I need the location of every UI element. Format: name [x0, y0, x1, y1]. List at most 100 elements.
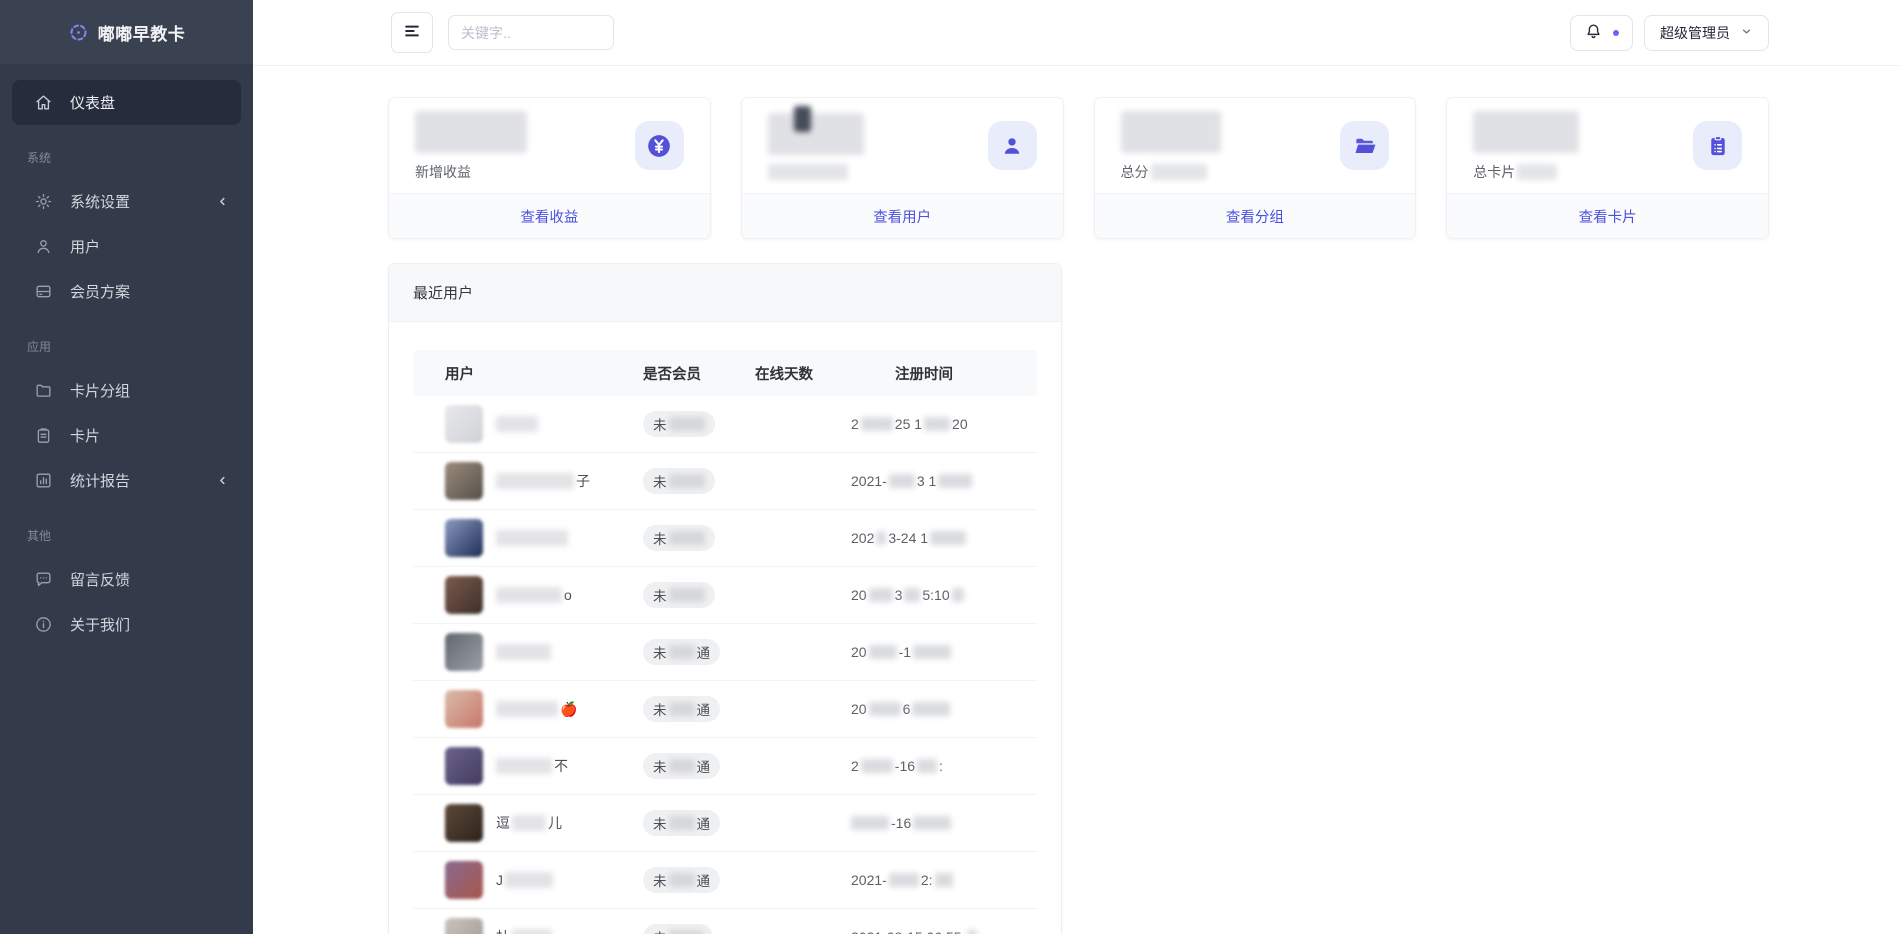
sidebar-item-card-groups[interactable]: 卡片分组: [12, 368, 241, 413]
cell-register-time: 2023-24 1: [851, 530, 1037, 546]
redacted-blur: [869, 702, 901, 716]
sidebar-item-stats-reports[interactable]: 统计报告: [12, 458, 241, 503]
stat-card-cards: 总卡片查看卡片: [1446, 97, 1769, 239]
table-row: J未通2021-2:: [413, 852, 1037, 909]
col-header-online-days: 在线天数: [755, 363, 851, 384]
redacted-blur: [496, 587, 562, 603]
text-fragment: 未: [653, 870, 667, 890]
recent-users-table: 用户 是否会员 在线天数 注册时间 未225 120子未2021-3 1未202…: [389, 322, 1061, 934]
user-name-redacted: 杜: [496, 927, 552, 934]
stat-card-label: 总卡片: [1473, 162, 1579, 182]
redacted-blur: [869, 645, 897, 659]
redacted-blur: [496, 701, 558, 717]
sidebar-item-system-settings[interactable]: 系统设置: [12, 179, 241, 224]
text-fragment: 未: [653, 813, 667, 833]
avatar: [445, 462, 483, 500]
stat-card-body: 总分: [1095, 98, 1416, 193]
text-fragment: 20: [851, 701, 867, 717]
text-fragment: 未: [653, 927, 667, 934]
stat-card-label-text: 总卡片: [1473, 162, 1515, 182]
topbar-left: [391, 12, 614, 53]
redacted-blur: [669, 873, 695, 887]
member-status-badge: 未通: [643, 639, 720, 665]
redacted-blur: [924, 417, 950, 431]
card-action-revenue[interactable]: 查看收益: [520, 206, 578, 227]
sidebar-item-label: 系统设置: [70, 191, 130, 212]
member-status-badge: 未: [643, 468, 715, 494]
sidebar-item-label: 仪表盘: [70, 92, 115, 113]
text-fragment: 未: [653, 528, 667, 548]
text-fragment: 通: [697, 813, 711, 833]
stat-card-footer: 查看卡片: [1447, 193, 1768, 238]
user-name-redacted: o: [496, 587, 572, 603]
sidebar-item-about-us[interactable]: 关于我们: [12, 602, 241, 647]
sidebar-item-label: 卡片分组: [70, 380, 130, 401]
menu-collapse-button[interactable]: [391, 12, 433, 53]
sidebar-item-label: 卡片: [70, 425, 100, 446]
text-fragment: 通: [697, 642, 711, 662]
text-fragment: -1: [899, 644, 911, 660]
cell-register-time: 2021-3 1: [851, 473, 1037, 489]
card-action-cards[interactable]: 查看卡片: [1579, 206, 1637, 227]
notifications-button[interactable]: [1570, 15, 1633, 51]
redacted-blur: [935, 873, 953, 887]
redacted-blur: [917, 759, 937, 773]
content: 新增收益查看收益查看用户总分查看分组总卡片查看卡片 最近用户 用户 是否会员 在…: [253, 66, 1900, 934]
stat-card-footer: 查看用户: [742, 193, 1063, 238]
stat-card-users: 查看用户: [741, 97, 1064, 239]
stat-card-body: 新增收益: [389, 98, 710, 193]
user-name-redacted: [496, 416, 538, 432]
admin-dropdown-button[interactable]: 超级管理员: [1644, 15, 1769, 51]
cell-user: [445, 633, 643, 671]
sidebar-item-users[interactable]: 用户: [12, 224, 241, 269]
text-fragment: 未: [653, 585, 667, 605]
avatar: [445, 861, 483, 899]
redacted-blur: [876, 531, 886, 545]
col-header-user: 用户: [445, 363, 643, 384]
redacted-blur: [851, 816, 889, 830]
text-fragment: o: [564, 587, 572, 603]
stat-card-info: [768, 112, 864, 180]
text-fragment: 通: [697, 756, 711, 776]
user-name-redacted: 🍎: [496, 701, 577, 718]
user-solid-icon: [988, 121, 1037, 170]
cell-user: o: [445, 576, 643, 614]
cell-user: [445, 519, 643, 557]
redacted-blur: [768, 113, 864, 155]
clipboard-solid-icon: [1693, 121, 1742, 170]
stat-card-value-redacted: [1121, 110, 1221, 154]
sidebar-item-label: 关于我们: [70, 614, 130, 635]
sidebar-item-feedback[interactable]: 留言反馈: [12, 557, 241, 602]
user-name-redacted: 子: [496, 471, 590, 491]
text-fragment: 未: [653, 699, 667, 719]
card-action-users[interactable]: 查看用户: [873, 206, 931, 227]
sidebar-item-member-plans[interactable]: 会员方案: [12, 269, 241, 314]
redacted-blur: [496, 473, 574, 489]
text-fragment: 逗: [496, 813, 510, 833]
avatar: [445, 633, 483, 671]
member-status-badge: 未: [643, 411, 715, 437]
redacted-blur: [861, 417, 893, 431]
table-row: o 未 2035:10: [413, 567, 1037, 624]
sidebar-item-cards[interactable]: 卡片: [12, 413, 241, 458]
cell-member-status: 未通: [643, 696, 755, 722]
user-name-redacted: 逗儿: [496, 813, 562, 833]
sidebar-item-dashboard[interactable]: 仪表盘: [12, 80, 241, 125]
redacted-blur: [1517, 164, 1557, 180]
text-fragment: 6: [903, 701, 911, 717]
card-action-groups[interactable]: 查看分组: [1226, 206, 1284, 227]
search-input[interactable]: [448, 15, 614, 50]
stat-card-info: 总分: [1121, 110, 1221, 182]
cell-register-time: 2035:10: [851, 587, 1037, 603]
app-logo: 嘟嘟早教卡: [0, 0, 253, 64]
sidebar-item-label: 会员方案: [70, 281, 130, 302]
col-header-member: 是否会员: [643, 363, 755, 384]
cell-user: 子: [445, 462, 643, 500]
hamburger-icon: [402, 21, 422, 44]
stat-card-label: [768, 164, 864, 180]
table-body: 未225 120子未2021-3 1未2023-24 1o未2035:10未通2…: [413, 396, 1037, 934]
redacted-blur: [496, 530, 568, 546]
text-fragment: J: [496, 872, 503, 888]
text-fragment: 子: [576, 471, 590, 491]
cell-member-status: 未通: [643, 810, 755, 836]
